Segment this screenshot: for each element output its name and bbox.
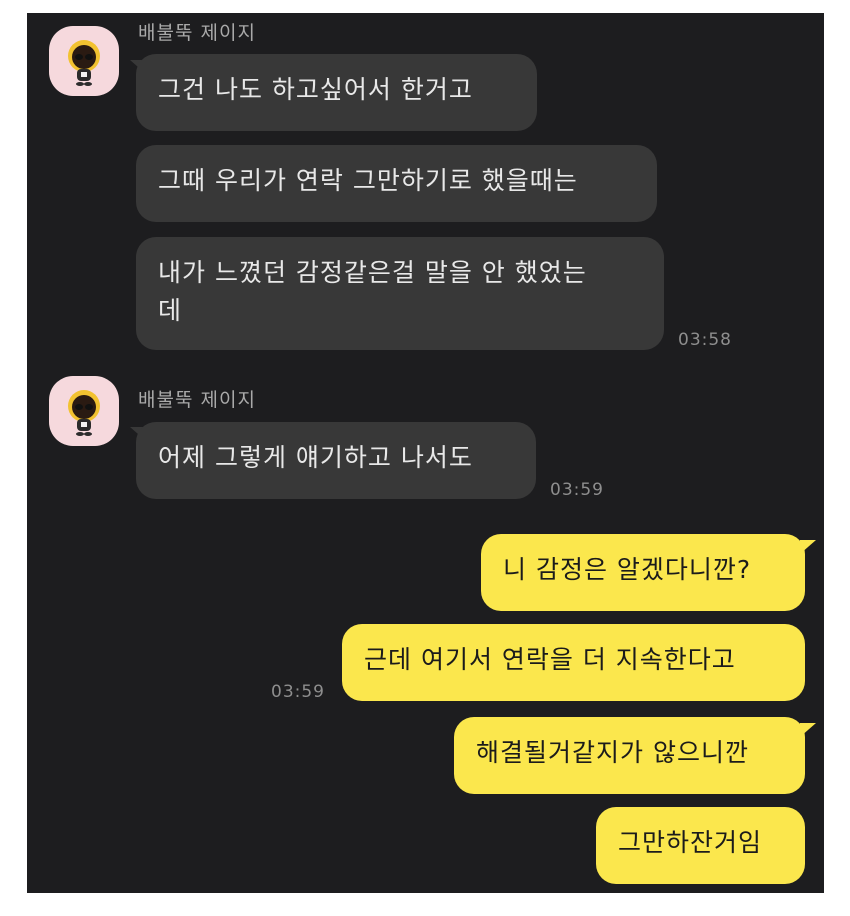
bubble-tail [800, 540, 816, 554]
sent-message[interactable]: 해결될거같지가 않으니깐 [454, 717, 805, 794]
sender-avatar[interactable] [49, 26, 119, 96]
sender-name: 배불뚝 제이지 [138, 22, 256, 44]
sender-avatar[interactable] [49, 376, 119, 446]
character-avatar-icon [68, 40, 100, 86]
message-timestamp: 03:59 [550, 480, 604, 500]
sender-name: 배불뚝 제이지 [138, 389, 256, 411]
message-timestamp: 03:58 [678, 330, 732, 350]
received-message[interactable]: 어제 그렇게 얘기하고 나서도 [136, 422, 536, 499]
bubble-tail [800, 723, 816, 737]
received-message[interactable]: 그때 우리가 연락 그만하기로 했을때는 [136, 145, 657, 222]
chat-window: 배불뚝 제이지 그건 나도 하고싶어서 한거고 그때 우리가 연락 그만하기로 … [27, 13, 824, 893]
received-message[interactable]: 그건 나도 하고싶어서 한거고 [136, 54, 537, 131]
sent-message[interactable]: 니 감정은 알겠다니깐? [481, 534, 805, 611]
sent-message[interactable]: 근데 여기서 연락을 더 지속한다고 [342, 624, 805, 701]
message-timestamp: 03:59 [271, 682, 325, 702]
sent-message[interactable]: 그만하잔거임 [596, 807, 805, 884]
character-avatar-icon [68, 390, 100, 436]
received-message[interactable]: 내가 느꼈던 감정같은걸 말을 안 했었는 데 [136, 237, 664, 350]
